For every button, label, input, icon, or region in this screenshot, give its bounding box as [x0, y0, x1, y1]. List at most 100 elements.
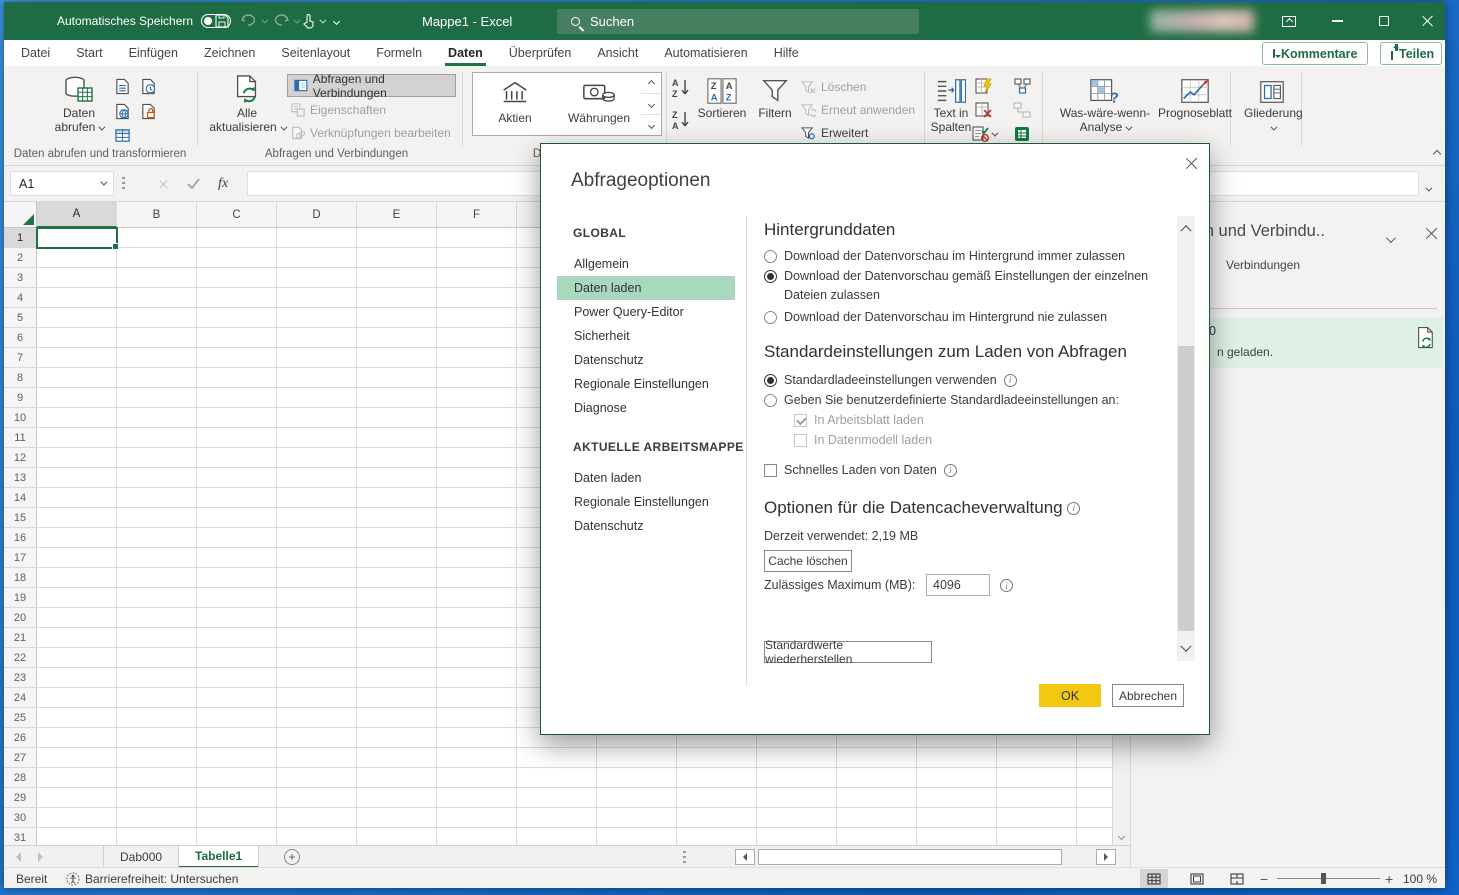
- cell-F5[interactable]: [437, 308, 517, 328]
- ribbon-tab-einfügen[interactable]: Einfügen: [116, 40, 191, 66]
- cell-E20[interactable]: [357, 608, 437, 628]
- cell-L28[interactable]: [917, 768, 997, 788]
- cell-G29[interactable]: [517, 788, 597, 808]
- cell-E13[interactable]: [357, 468, 437, 488]
- cell-F19[interactable]: [437, 588, 517, 608]
- cell-C31[interactable]: [197, 828, 277, 845]
- cell-A14[interactable]: [37, 488, 117, 508]
- cell-C16[interactable]: [197, 528, 277, 548]
- cell-B30[interactable]: [117, 808, 197, 828]
- cell-A9[interactable]: [37, 388, 117, 408]
- row-header-13[interactable]: 13: [4, 468, 37, 488]
- ribbon-tab-datei[interactable]: Datei: [8, 40, 63, 66]
- cell-B28[interactable]: [117, 768, 197, 788]
- cell-E12[interactable]: [357, 448, 437, 468]
- cell-B21[interactable]: [117, 628, 197, 648]
- ribbon-tab-formeln[interactable]: Formeln: [363, 40, 435, 66]
- cell-E11[interactable]: [357, 428, 437, 448]
- flash-fill-icon[interactable]: [972, 74, 996, 98]
- cell-A29[interactable]: [37, 788, 117, 808]
- cell-D6[interactable]: [277, 328, 357, 348]
- dialog-scroll-up-button[interactable]: [1177, 216, 1195, 240]
- cell-C22[interactable]: [197, 648, 277, 668]
- cell-C17[interactable]: [197, 548, 277, 568]
- row-header-10[interactable]: 10: [4, 408, 37, 428]
- cell-I28[interactable]: [677, 768, 757, 788]
- cell-E23[interactable]: [357, 668, 437, 688]
- cell-C29[interactable]: [197, 788, 277, 808]
- cell-A30[interactable]: [37, 808, 117, 828]
- cell-B2[interactable]: [117, 248, 197, 268]
- cell-B16[interactable]: [117, 528, 197, 548]
- cell-E6[interactable]: [357, 328, 437, 348]
- sheet-tab-tabelle1[interactable]: Tabelle1: [179, 846, 259, 868]
- cell-L31[interactable]: [917, 828, 997, 845]
- cell-A12[interactable]: [37, 448, 117, 468]
- scroll-down-button[interactable]: [1115, 830, 1128, 843]
- cell-E4[interactable]: [357, 288, 437, 308]
- cell-A2[interactable]: [37, 248, 117, 268]
- cell-A31[interactable]: [37, 828, 117, 845]
- cell-A20[interactable]: [37, 608, 117, 628]
- cell-B9[interactable]: [117, 388, 197, 408]
- cell-A27[interactable]: [37, 748, 117, 768]
- search-input[interactable]: Suchen: [557, 9, 919, 34]
- cell-I29[interactable]: [677, 788, 757, 808]
- row-header-19[interactable]: 19: [4, 588, 37, 608]
- cell-B19[interactable]: [117, 588, 197, 608]
- cell-F14[interactable]: [437, 488, 517, 508]
- cell-F28[interactable]: [437, 768, 517, 788]
- cell-B31[interactable]: [117, 828, 197, 845]
- cell-A17[interactable]: [37, 548, 117, 568]
- horizontal-scroll-thumb[interactable]: [758, 849, 1062, 865]
- dialog-scrollbar[interactable]: [1177, 216, 1195, 661]
- cell-E9[interactable]: [357, 388, 437, 408]
- cell-F20[interactable]: [437, 608, 517, 628]
- row-header-4[interactable]: 4: [4, 288, 37, 308]
- cell-F23[interactable]: [437, 668, 517, 688]
- dialog-nav-sicherheit[interactable]: Sicherheit: [557, 324, 735, 348]
- cell-E27[interactable]: [357, 748, 437, 768]
- row-header-29[interactable]: 29: [4, 788, 37, 808]
- row-header-8[interactable]: 8: [4, 368, 37, 388]
- dialog-nav-wb-datenschutz[interactable]: Datenschutz: [557, 514, 735, 538]
- cell-D16[interactable]: [277, 528, 357, 548]
- cell-H30[interactable]: [597, 808, 677, 828]
- cell-C10[interactable]: [197, 408, 277, 428]
- cell-F13[interactable]: [437, 468, 517, 488]
- cell-L30[interactable]: [917, 808, 997, 828]
- ribbon-tab-daten[interactable]: Daten: [435, 40, 496, 66]
- row-header-15[interactable]: 15: [4, 508, 37, 528]
- column-header-D[interactable]: D: [277, 202, 357, 228]
- cell-D18[interactable]: [277, 568, 357, 588]
- existing-connections-icon[interactable]: [136, 99, 160, 123]
- cell-D29[interactable]: [277, 788, 357, 808]
- maximize-button[interactable]: [1367, 2, 1401, 40]
- cell-F18[interactable]: [437, 568, 517, 588]
- cell-E8[interactable]: [357, 368, 437, 388]
- cell-I30[interactable]: [677, 808, 757, 828]
- hscroll-right-button[interactable]: [1096, 849, 1116, 865]
- row-header-27[interactable]: 27: [4, 748, 37, 768]
- from-table-icon[interactable]: [110, 123, 134, 147]
- zoom-slider-track[interactable]: [1277, 878, 1380, 879]
- cell-M30[interactable]: [997, 808, 1077, 828]
- cell-D28[interactable]: [277, 768, 357, 788]
- remove-duplicates-icon[interactable]: [972, 98, 996, 122]
- cell-B22[interactable]: [117, 648, 197, 668]
- cell-D12[interactable]: [277, 448, 357, 468]
- view-page-break-button[interactable]: [1223, 869, 1251, 888]
- cell-D30[interactable]: [277, 808, 357, 828]
- cell-F17[interactable]: [437, 548, 517, 568]
- sort-button[interactable]: ZAAZ Sortieren: [696, 70, 748, 120]
- sheet-nav-next-icon[interactable]: [38, 852, 43, 862]
- cell-E3[interactable]: [357, 268, 437, 288]
- cell-F4[interactable]: [437, 288, 517, 308]
- cell-C3[interactable]: [197, 268, 277, 288]
- cell-A8[interactable]: [37, 368, 117, 388]
- cell-A18[interactable]: [37, 568, 117, 588]
- sort-az-icon[interactable]: AZ: [670, 76, 694, 100]
- cell-N29[interactable]: [1077, 788, 1112, 808]
- cell-F16[interactable]: [437, 528, 517, 548]
- cell-J27[interactable]: [757, 748, 837, 768]
